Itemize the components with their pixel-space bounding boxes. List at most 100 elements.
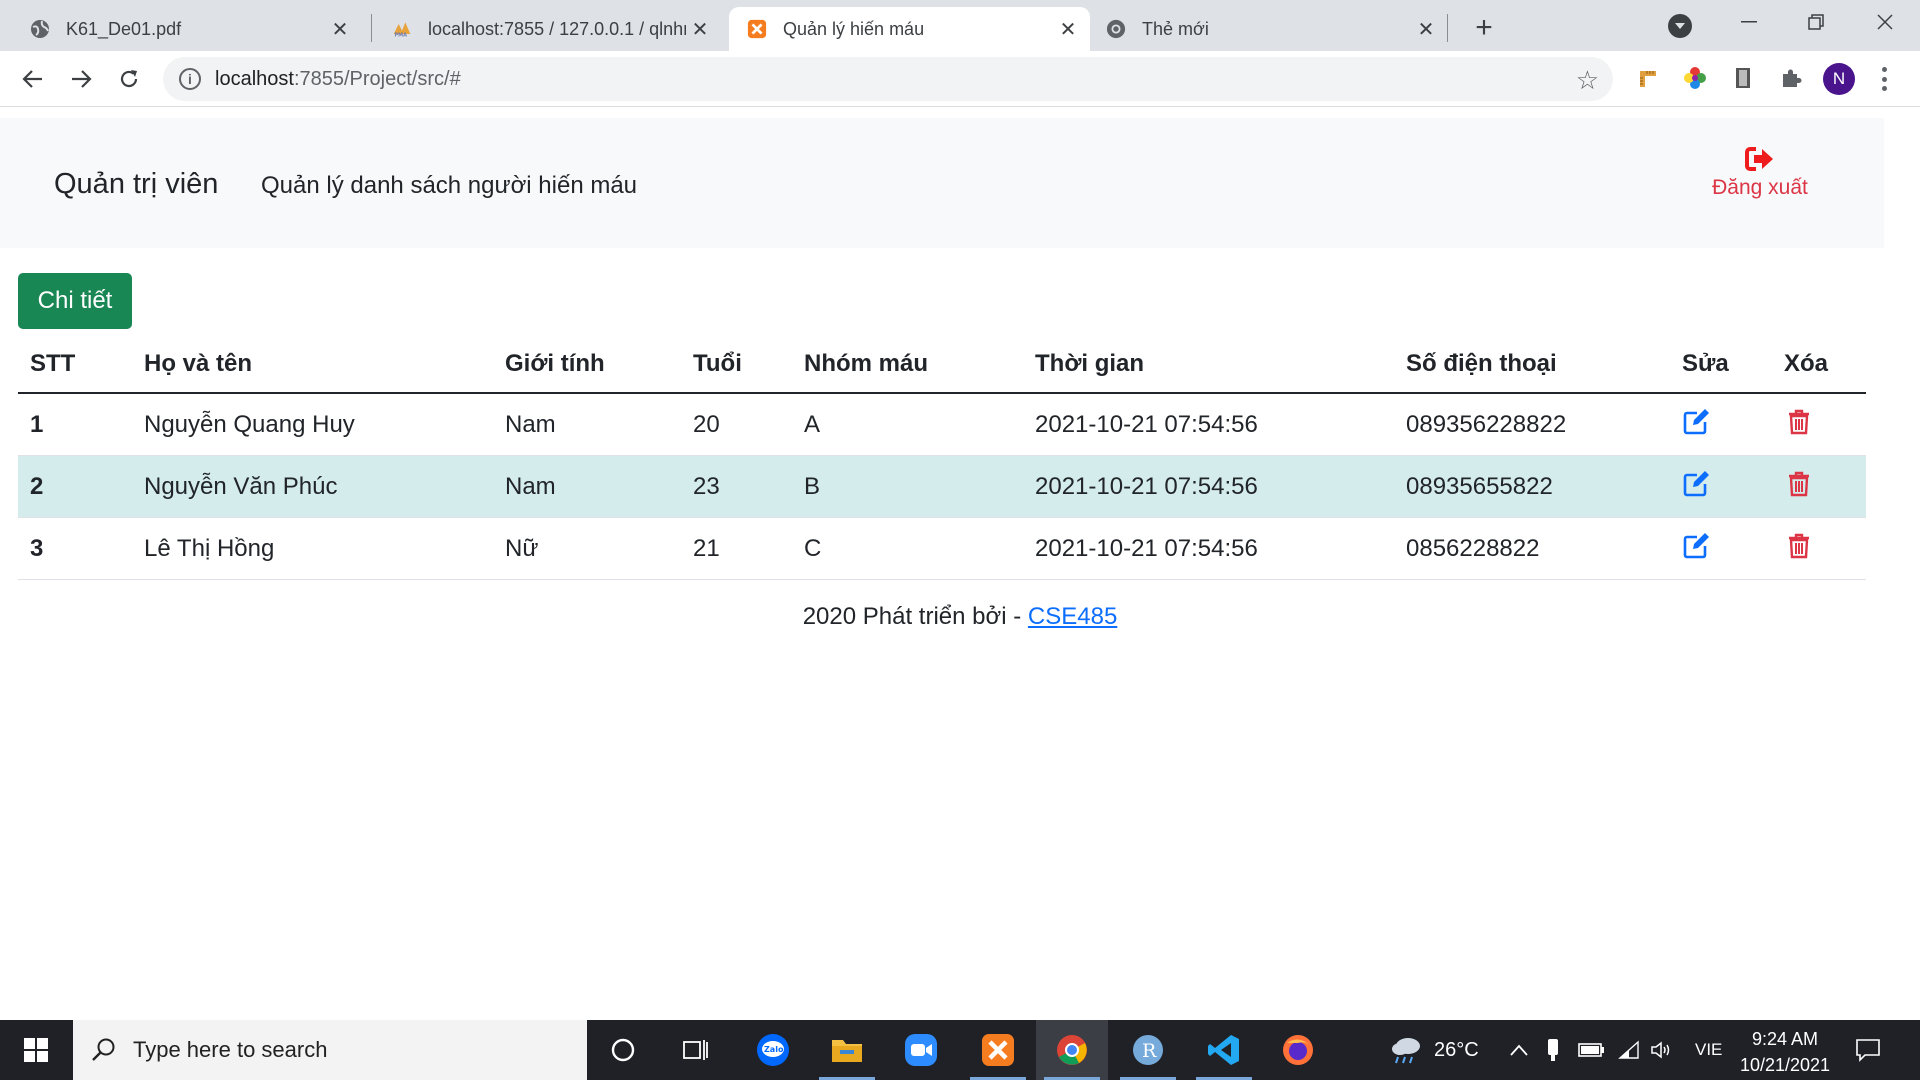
forward-button[interactable] bbox=[61, 59, 101, 99]
edit-icon[interactable] bbox=[1682, 469, 1712, 499]
reload-button[interactable] bbox=[109, 59, 149, 99]
back-button[interactable] bbox=[13, 59, 53, 99]
xampp-taskbar-icon[interactable] bbox=[962, 1020, 1034, 1080]
footer-link-cse485[interactable]: CSE485 bbox=[1028, 603, 1117, 630]
clock-time: 9:24 AM bbox=[1751, 1029, 1819, 1049]
browser-tab-strip: K61_De01.pdf ✕ PMA localhost:7855 / 127.… bbox=[0, 0, 1920, 51]
cell-stt: 3 bbox=[18, 517, 132, 580]
new-tab-button[interactable]: + bbox=[1466, 10, 1502, 46]
file-explorer-icon[interactable] bbox=[811, 1020, 883, 1080]
arrow-left-icon bbox=[22, 70, 42, 88]
cell-gender: Nam bbox=[493, 393, 681, 456]
bookmark-star-icon[interactable]: ☆ bbox=[1576, 65, 1599, 96]
task-view-icon[interactable] bbox=[659, 1020, 731, 1080]
browser-toolbar: i localhost:7855/Project/src/# ☆ N bbox=[0, 51, 1920, 107]
cell-time: 2021-10-21 07:54:56 bbox=[1023, 517, 1394, 580]
tab-k61-pdf[interactable]: K61_De01.pdf ✕ bbox=[0, 7, 362, 51]
column-header-blood-group: Nhóm máu bbox=[792, 336, 1023, 394]
extensions-puzzle-icon[interactable] bbox=[1776, 63, 1806, 93]
show-hidden-icons[interactable] bbox=[1510, 1020, 1528, 1080]
extension-color-picker-icon[interactable] bbox=[1680, 63, 1710, 93]
clock-date: 10/21/2021 bbox=[1739, 1055, 1831, 1075]
notifications-icon[interactable] bbox=[1855, 1020, 1881, 1080]
extension-ruler-icon[interactable] bbox=[1633, 63, 1663, 93]
navbar-brand[interactable]: Quản trị viên bbox=[54, 168, 218, 201]
usb-device-icon[interactable] bbox=[1546, 1020, 1560, 1080]
tab-title: localhost:7855 / 127.0.0.1 / qlnhm bbox=[428, 18, 686, 39]
cell-stt: 1 bbox=[18, 393, 132, 456]
tab-the-moi[interactable]: Thẻ mới ✕ bbox=[1090, 7, 1448, 51]
trash-icon[interactable] bbox=[1784, 407, 1814, 437]
tab-phpmyadmin[interactable]: PMA localhost:7855 / 127.0.0.1 / qlnhm ✕ bbox=[362, 7, 722, 51]
browser-menu-icon[interactable] bbox=[1874, 65, 1894, 93]
battery-icon[interactable] bbox=[1578, 1020, 1606, 1080]
volume-icon[interactable] bbox=[1650, 1020, 1674, 1080]
svg-text:PMA: PMA bbox=[395, 33, 408, 39]
close-tab-icon[interactable]: ✕ bbox=[1412, 15, 1440, 43]
extension-document-icon[interactable] bbox=[1728, 63, 1758, 93]
logout-link[interactable]: Đăng xuất bbox=[1700, 146, 1820, 200]
tab-quan-ly-hien-mau[interactable]: Quản lý hiến máu ✕ bbox=[729, 7, 1090, 51]
table-row: 1 Nguyễn Quang Huy Nam 20 A 2021-10-21 0… bbox=[18, 393, 1866, 456]
cell-name: Nguyễn Quang Huy bbox=[132, 393, 493, 456]
input-language[interactable]: VIE bbox=[1695, 1020, 1722, 1080]
nav-link-donor-list[interactable]: Quản lý danh sách người hiến máu bbox=[261, 172, 637, 200]
wifi-icon[interactable] bbox=[1618, 1020, 1640, 1080]
cell-edit bbox=[1670, 393, 1772, 456]
vscode-icon[interactable] bbox=[1188, 1020, 1260, 1080]
svg-text:R: R bbox=[1142, 1040, 1157, 1062]
firefox-icon[interactable] bbox=[1262, 1020, 1334, 1080]
taskbar-search-placeholder: Type here to search bbox=[133, 1037, 328, 1062]
close-tab-icon[interactable]: ✕ bbox=[1054, 15, 1082, 43]
cell-phone: 08935655822 bbox=[1394, 455, 1670, 518]
cell-name: Nguyễn Văn Phúc bbox=[132, 455, 493, 518]
weather-widget[interactable]: 26°C bbox=[1390, 1020, 1479, 1080]
detail-button[interactable]: Chi tiết bbox=[18, 273, 132, 329]
cell-age: 21 bbox=[681, 517, 792, 580]
restore-button[interactable] bbox=[1781, 0, 1851, 44]
address-bar[interactable]: i localhost:7855/Project/src/# ☆ bbox=[163, 57, 1613, 101]
table-row: 2 Nguyễn Văn Phúc Nam 23 B 2021-10-21 07… bbox=[18, 455, 1866, 518]
globe-icon bbox=[30, 19, 50, 39]
close-tab-icon[interactable]: ✕ bbox=[326, 15, 354, 43]
cortana-icon[interactable] bbox=[587, 1020, 659, 1080]
trash-icon[interactable] bbox=[1784, 531, 1814, 561]
trash-icon[interactable] bbox=[1784, 469, 1814, 499]
edit-icon[interactable] bbox=[1682, 531, 1712, 561]
cell-name: Lê Thị Hồng bbox=[132, 517, 493, 580]
footer-text: 2020 Phát triển bởi - bbox=[802, 603, 1028, 630]
tab-separator bbox=[1447, 14, 1448, 42]
profile-avatar[interactable]: N bbox=[1823, 63, 1855, 95]
table-header-row: STT Họ và tên Giới tính Tuổi Nhóm máu Th… bbox=[18, 336, 1866, 394]
taskbar-search-box[interactable]: Type here to search bbox=[73, 1020, 587, 1080]
windows-taskbar: Type here to search Zalo R 26°C VIE 9:24… bbox=[0, 1020, 1920, 1080]
table-row: 3 Lê Thị Hồng Nữ 21 C 2021-10-21 07:54:5… bbox=[18, 517, 1866, 580]
tab-search-button[interactable] bbox=[1668, 14, 1692, 38]
close-tab-icon[interactable]: ✕ bbox=[686, 15, 714, 43]
sign-out-icon bbox=[1745, 147, 1773, 171]
svg-text:Zalo: Zalo bbox=[764, 1045, 784, 1054]
column-header-age: Tuổi bbox=[681, 336, 792, 394]
cell-phone: 0856228822 bbox=[1394, 517, 1670, 580]
close-window-button[interactable] bbox=[1850, 0, 1920, 44]
start-button[interactable] bbox=[0, 1020, 72, 1080]
minimize-button[interactable] bbox=[1714, 0, 1784, 44]
tab-title: Thẻ mới bbox=[1142, 18, 1209, 39]
column-header-gender: Giới tính bbox=[493, 336, 681, 394]
cell-time: 2021-10-21 07:54:56 bbox=[1023, 455, 1394, 518]
column-header-name: Họ và tên bbox=[132, 336, 493, 394]
zoom-icon[interactable] bbox=[885, 1020, 957, 1080]
tab-title: K61_De01.pdf bbox=[66, 18, 182, 39]
weather-rain-icon bbox=[1392, 1038, 1420, 1064]
taskbar-clock[interactable]: 9:24 AM 10/21/2021 bbox=[1735, 1026, 1835, 1078]
edit-icon[interactable] bbox=[1682, 407, 1712, 437]
cell-age: 20 bbox=[681, 393, 792, 456]
zalo-icon[interactable]: Zalo bbox=[737, 1020, 809, 1080]
r-app-icon[interactable]: R bbox=[1112, 1020, 1184, 1080]
reload-icon bbox=[120, 70, 138, 88]
weather-temperature: 26°C bbox=[1434, 1038, 1479, 1061]
chrome-taskbar-icon[interactable] bbox=[1036, 1020, 1108, 1080]
chevron-up-icon bbox=[1510, 1044, 1528, 1056]
info-icon[interactable]: i bbox=[179, 68, 201, 90]
cell-delete bbox=[1772, 455, 1866, 518]
